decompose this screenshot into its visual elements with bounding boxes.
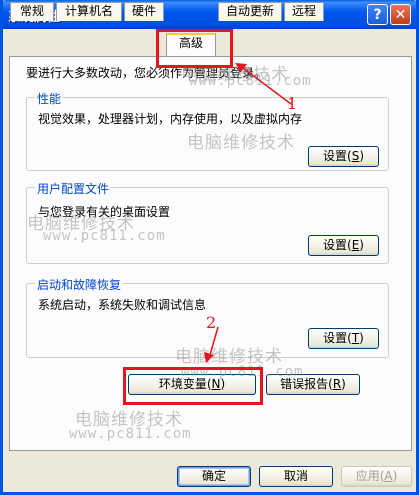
watermark-url-1: www.pc811.com — [189, 73, 312, 89]
performance-settings-button[interactable]: 设置(S) — [308, 146, 379, 167]
ok-label: 确定 — [201, 469, 226, 483]
annotation-number-2: 2 — [206, 313, 217, 332]
system-properties-window: 系统属性 ? ✕ 常规 计算机名 硬件 高级 自动更新 远程 要进行大多数改动，… — [0, 0, 419, 495]
ok-button[interactable]: 确定 — [177, 466, 251, 487]
startup-recovery-description: 系统启动，系统失败和调试信息 — [38, 298, 207, 312]
user-profiles-group-title: 用户配置文件 — [35, 180, 112, 197]
tab-general-label: 常规 — [19, 4, 44, 18]
tab-remote[interactable]: 远程 — [284, 2, 324, 21]
startup-recovery-group-title: 启动和故障恢复 — [35, 276, 124, 293]
annotation-number-1: 1 — [287, 94, 298, 113]
tab-hardware-label: 硬件 — [131, 4, 156, 18]
tab-hardware[interactable]: 硬件 — [124, 2, 164, 21]
user-profiles-settings-button[interactable]: 设置(E) — [308, 235, 379, 256]
watermark-url-5: www.pc811.com — [69, 426, 192, 442]
performance-settings-key: S — [351, 149, 360, 163]
apply-button[interactable]: 应用(A) — [341, 466, 412, 487]
startup-recovery-settings-button[interactable]: 设置(T) — [308, 328, 379, 349]
user-profiles-settings-label: 设置 — [323, 238, 348, 252]
cancel-button[interactable]: 取消 — [259, 466, 333, 487]
close-icon: ✕ — [394, 6, 407, 23]
close-button[interactable]: ✕ — [390, 4, 411, 25]
environment-button-highlight — [123, 367, 263, 405]
help-icon: ? — [373, 6, 382, 23]
help-button[interactable]: ? — [367, 4, 388, 25]
watermark-brand-2: 电脑维修技术 — [187, 133, 295, 153]
cancel-label: 取消 — [283, 469, 308, 483]
apply-label: 应用 — [355, 469, 380, 483]
tab-automatic-updates-label: 自动更新 — [225, 4, 274, 18]
tab-remote-label: 远程 — [291, 4, 316, 18]
startup-recovery-settings-label: 设置 — [323, 331, 348, 345]
watermark-url-3: www.pc811.com — [43, 228, 166, 244]
error-reporting-key: R — [332, 377, 342, 391]
performance-group-title: 性能 — [35, 90, 64, 107]
performance-description: 视觉效果，处理器计划，内存使用，以及虚拟内存 — [38, 112, 303, 126]
startup-recovery-settings-key: T — [351, 331, 360, 345]
tab-advanced[interactable]: 高级 — [166, 33, 216, 56]
tab-computer-name-label: 计算机名 — [64, 4, 113, 18]
tab-automatic-updates[interactable]: 自动更新 — [218, 2, 282, 21]
tab-computer-name[interactable]: 计算机名 — [56, 2, 122, 21]
performance-settings-label: 设置 — [322, 149, 347, 163]
user-profiles-settings-key: E — [351, 238, 360, 252]
tab-general[interactable]: 常规 — [10, 2, 54, 21]
apply-key: A — [384, 469, 393, 483]
tab-advanced-label: 高级 — [178, 36, 203, 50]
